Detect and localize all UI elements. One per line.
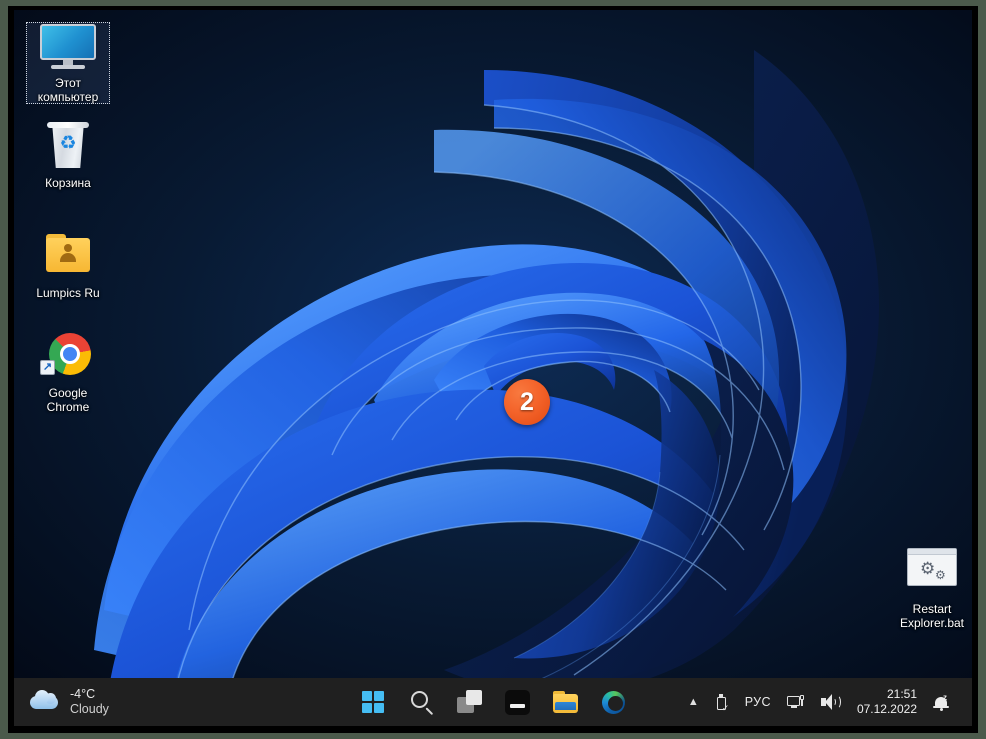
desktop-icon-label-2: Chrome [46,400,90,414]
start-button[interactable] [359,688,387,716]
taskbar[interactable]: -4°C Cloudy ▲ ✓ РУС 21:51 07.12.2022 z [14,678,972,726]
shortcut-arrow-icon: ↗ [40,360,55,375]
command-prompt-button[interactable] [503,688,531,716]
wallpaper-bloom [14,10,972,726]
desktop-icon-recycle-bin[interactable]: ♻ Корзина [26,122,110,190]
desktop-icon-label: Google [48,386,88,400]
recycle-bin-icon: ♻ [26,122,110,172]
chrome-icon: ↗ [26,332,110,382]
windows-logo-icon [362,691,384,713]
volume-icon [820,694,841,710]
desktop-icon-label: Этот [55,76,81,90]
desktop-icon-label: Корзина [45,176,91,190]
desktop-icon-google-chrome[interactable]: ↗ Google Chrome [26,332,110,414]
monitor-icon [26,22,110,72]
task-view-button[interactable] [455,688,483,716]
desktop-icon-label-2: компьютер [37,90,99,104]
desktop-icon-restart-explorer-bat[interactable]: ⚙ ⚙ Restart Explorer.bat [890,548,972,630]
desktop-icon-lumpics-ru[interactable]: Lumpics Ru [26,232,110,300]
chevron-up-icon: ▲ [687,696,699,708]
usb-eject-icon: ✓ [715,693,729,712]
bell-do-not-disturb-icon: z [933,693,950,711]
clock-time: 21:51 [886,687,917,701]
desktop-icon-label-2: Explorer.bat [899,616,965,630]
edge-button[interactable] [599,688,627,716]
desktop-icon-label: Lumpics Ru [36,286,100,300]
clock-date: 07.12.2022 [856,702,917,716]
notifications-button[interactable]: z [925,685,958,719]
language-indicator[interactable]: РУС [737,685,779,719]
network-monitor-icon [786,694,805,710]
folder-icon [26,232,110,282]
tray-overflow-button[interactable]: ▲ [680,685,707,719]
clock[interactable]: 21:51 07.12.2022 [847,687,925,717]
search-button[interactable] [407,688,435,716]
volume-button[interactable] [813,685,847,719]
usb-eject-button[interactable]: ✓ [707,685,737,719]
weather-text: -4°C Cloudy [70,687,109,717]
windows-desktop[interactable]: Этот компьютер ♻ Корзина Lumpics Ru ↗ Go… [14,10,972,726]
system-tray: ▲ ✓ РУС 21:51 07.12.2022 z [680,678,958,726]
file-explorer-button[interactable] [551,688,579,716]
taskbar-weather-widget[interactable]: -4°C Cloudy [30,678,109,726]
edge-icon [602,691,625,714]
cloud-icon [30,689,60,715]
wallpaper-art [14,10,972,688]
step-badge: 2 [504,379,550,425]
weather-condition: Cloudy [70,702,109,716]
desktop-icon-label: Restart [912,602,952,616]
network-button[interactable] [779,685,813,719]
taskbar-center-buttons [359,678,627,726]
screenshot-frame: Этот компьютер ♻ Корзина Lumpics Ru ↗ Go… [0,0,986,739]
desktop-icon-this-pc[interactable]: Этот компьютер [26,22,110,104]
bat-file-icon: ⚙ ⚙ [890,548,972,598]
weather-temperature: -4°C [70,687,96,701]
